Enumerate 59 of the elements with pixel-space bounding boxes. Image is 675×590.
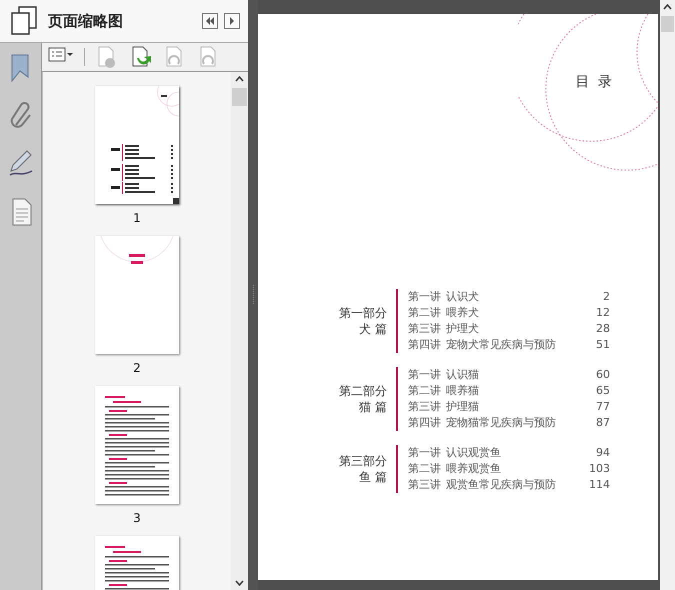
entry-title[interactable]: 护理猫	[446, 398, 596, 416]
page-number: 87	[596, 414, 610, 431]
page-number: 3	[133, 511, 141, 525]
lecture-label: 第一讲	[408, 444, 442, 461]
page-number: 65	[596, 382, 610, 399]
pages-icon[interactable]	[10, 6, 38, 36]
lecture-label: 第三讲	[408, 398, 442, 415]
part-label: 第一部分	[339, 305, 387, 321]
page-number: 1	[133, 211, 141, 225]
contents-heading: 目 录	[576, 73, 614, 92]
entry-title[interactable]: 认识观赏鱼	[446, 444, 596, 462]
page-number: 12	[596, 304, 610, 321]
lecture-label: 第三讲	[408, 476, 442, 493]
lecture-label: 第四讲	[408, 336, 442, 353]
entry-title[interactable]: 护理犬	[446, 320, 596, 338]
entry-title[interactable]: 喂养观赏鱼	[446, 460, 589, 478]
page-number: 2	[133, 361, 141, 375]
entry-title[interactable]: 认识猫	[446, 366, 596, 384]
page-thumbnail[interactable]	[95, 386, 179, 504]
lecture-label: 第四讲	[408, 414, 442, 431]
resize-handle[interactable]	[173, 198, 179, 204]
lecture-label: 第二讲	[408, 460, 442, 477]
lecture-label: 第一讲	[408, 366, 442, 383]
page-number: 114	[589, 476, 610, 493]
lecture-label: 第一讲	[408, 288, 442, 305]
page-thumbnail[interactable]	[95, 236, 179, 354]
heading-mark	[161, 95, 167, 97]
entry-title[interactable]: 认识犬	[446, 288, 603, 306]
entry-title[interactable]: 观赏鱼常见疾病与预防	[446, 476, 589, 494]
entry-title[interactable]: 喂养犬	[446, 304, 596, 322]
circle-decoration	[157, 86, 179, 116]
scrollbar-thumb[interactable]	[232, 88, 247, 106]
lecture-label: 第三讲	[408, 320, 442, 337]
page-number: 77	[596, 398, 610, 415]
part-name: 犬 篇	[359, 321, 387, 337]
page-number: 28	[596, 320, 610, 337]
part-name: 猫 篇	[359, 399, 387, 415]
entry-title[interactable]: 喂养猫	[446, 382, 596, 400]
scrollbar-thumb[interactable]	[661, 16, 674, 32]
lecture-label: 第二讲	[408, 382, 442, 399]
page-thumbnail[interactable]	[95, 86, 179, 204]
page-number: 103	[589, 460, 610, 477]
entry-title[interactable]: 宠物犬常见疾病与预防	[446, 336, 596, 354]
page-number: 94	[596, 444, 610, 461]
double-left-arrow-icon	[205, 17, 215, 25]
part-label: 第二部分	[339, 383, 387, 399]
splitter-handle[interactable]	[252, 285, 254, 305]
page-number: 2	[603, 288, 610, 305]
lecture-label: 第二讲	[408, 304, 442, 321]
entry-title[interactable]: 宠物猫常见疾病与预防	[446, 414, 596, 432]
panel-title: 页面缩略图	[48, 10, 124, 32]
right-arrow-icon	[229, 17, 235, 25]
part-label: 第三部分	[339, 453, 387, 469]
part-name: 鱼 篇	[359, 469, 387, 485]
page-number: 60	[596, 366, 610, 383]
page-number: 51	[596, 336, 610, 353]
collapse-button[interactable]	[202, 13, 218, 29]
expand-button[interactable]	[224, 13, 240, 29]
paperclip-icon[interactable]	[8, 101, 34, 131]
